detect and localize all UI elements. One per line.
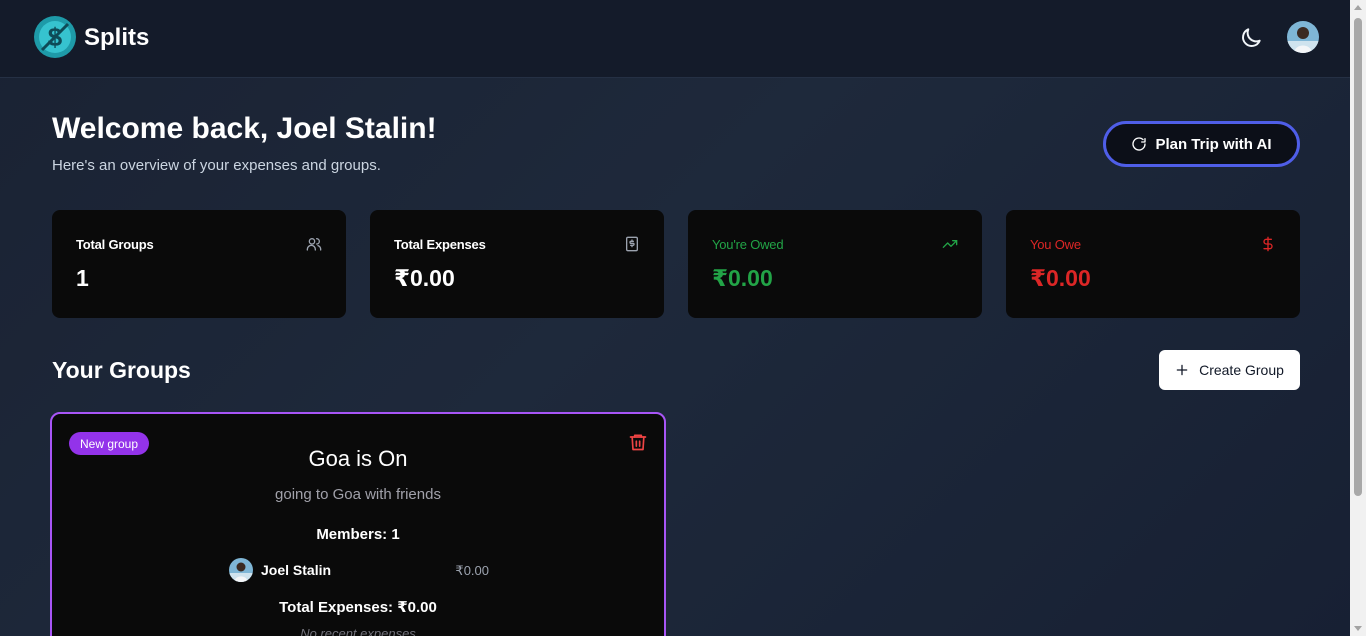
moon-icon[interactable] bbox=[1238, 25, 1264, 51]
stat-value: ₹0.00 bbox=[712, 265, 773, 291]
create-group-label: Create Group bbox=[1199, 362, 1284, 378]
navbar: $ Splits bbox=[0, 0, 1350, 78]
member-name: Joel Stalin bbox=[261, 562, 332, 578]
group-members-count: Members: 1 bbox=[316, 526, 400, 543]
section-title-your-groups: Your Groups bbox=[52, 357, 191, 383]
page-title: Welcome back, Joel Stalin! bbox=[52, 112, 437, 145]
plan-trip-label: Plan Trip with AI bbox=[1155, 135, 1272, 153]
page-subtitle: Here's an overview of your expenses and … bbox=[52, 157, 381, 174]
group-total-expenses: Total Expenses: ₹0.00 bbox=[279, 599, 437, 616]
stat-card-total-groups: Total Groups 1 bbox=[52, 210, 346, 318]
page-scrollbar[interactable] bbox=[1350, 0, 1366, 636]
group-name: Goa is On bbox=[308, 446, 408, 471]
dollar-icon bbox=[1263, 236, 1273, 252]
refresh-icon bbox=[1132, 137, 1147, 151]
member-avatar bbox=[229, 558, 253, 582]
scroll-up-arrow-icon[interactable] bbox=[1354, 5, 1362, 10]
plan-trip-ai-button[interactable]: Plan Trip with AI bbox=[1103, 121, 1300, 167]
stat-card-total-expenses: Total Expenses ₹0.00 bbox=[370, 210, 664, 318]
receipt-icon bbox=[626, 236, 638, 252]
group-card[interactable]: New group Goa is On going to Goa with fr… bbox=[50, 412, 666, 636]
brand-name[interactable]: Splits bbox=[84, 24, 149, 52]
stat-title: You're Owed bbox=[712, 237, 784, 252]
stat-card-youre-owed: You're Owed ₹0.00 bbox=[688, 210, 982, 318]
stat-value: 1 bbox=[76, 265, 89, 291]
trending-up-icon bbox=[942, 240, 958, 248]
create-group-button[interactable]: Create Group bbox=[1159, 350, 1300, 390]
group-description: going to Goa with friends bbox=[275, 486, 441, 503]
stat-card-you-owe: You Owe ₹0.00 bbox=[1006, 210, 1300, 318]
plus-icon bbox=[1176, 364, 1188, 376]
scroll-thumb[interactable] bbox=[1354, 18, 1362, 496]
users-icon bbox=[306, 238, 322, 251]
member-amount: ₹0.00 bbox=[455, 563, 489, 578]
stat-value: ₹0.00 bbox=[1030, 265, 1091, 291]
stat-value: ₹0.00 bbox=[394, 265, 455, 291]
member-row: Joel Stalin ₹0.00 bbox=[229, 558, 489, 584]
stat-title: Total Expenses bbox=[394, 237, 486, 252]
stat-title: You Owe bbox=[1030, 237, 1081, 252]
scroll-down-arrow-icon[interactable] bbox=[1354, 626, 1362, 631]
splits-logo-icon[interactable]: $ bbox=[33, 15, 77, 59]
stat-title: Total Groups bbox=[76, 237, 154, 252]
group-recent-expenses: No recent expenses bbox=[300, 626, 416, 636]
avatar[interactable] bbox=[1287, 21, 1319, 53]
